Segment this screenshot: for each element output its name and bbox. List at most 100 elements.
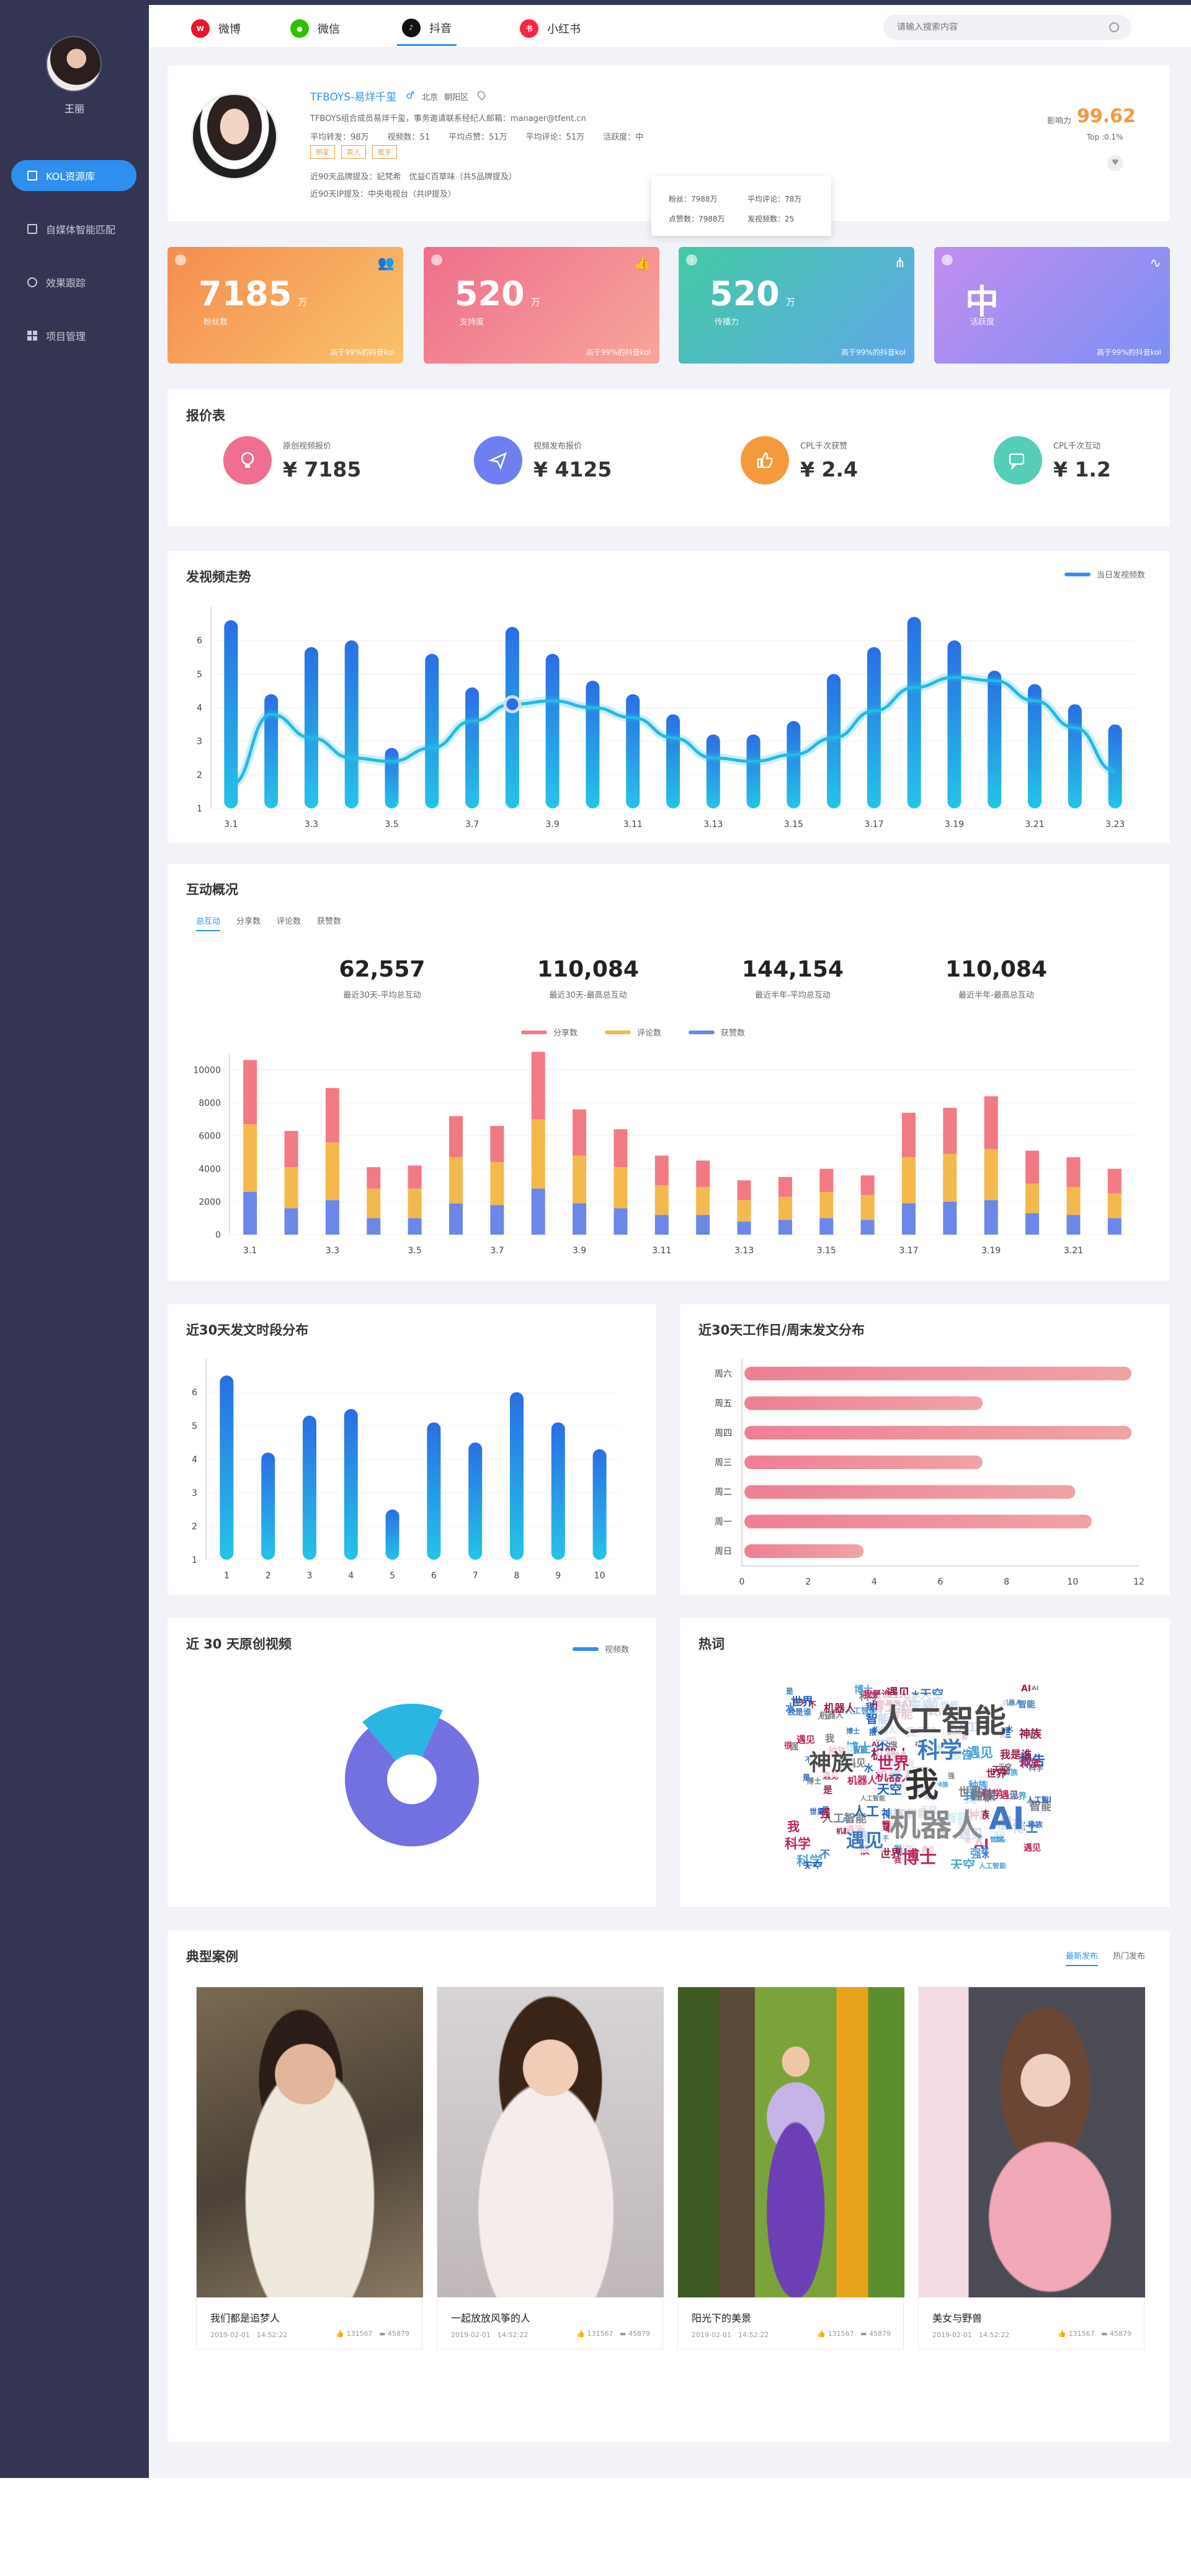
nav-project-management[interactable]: 项目管理 — [11, 320, 136, 351]
hotword[interactable]: 智能 — [1018, 1698, 1035, 1711]
stat-card-fans[interactable]: i 👥 7185 万 粉丝数 高于99%的抖音kol — [167, 247, 403, 364]
search-icon[interactable] — [1109, 22, 1119, 32]
tab-popular[interactable]: 热门发布 — [1113, 1949, 1145, 1966]
case-image[interactable] — [919, 1987, 1145, 2297]
tab-comments[interactable]: 评论数 — [277, 915, 301, 931]
hotword[interactable]: 很 — [784, 1739, 792, 1751]
legend-swatch — [689, 1030, 715, 1034]
hotword[interactable]: 科学 — [785, 1834, 811, 1853]
hotword[interactable]: 神族 — [809, 1745, 854, 1777]
case-title[interactable]: 阳光下的美景 — [692, 2310, 751, 2325]
hotword[interactable]: 强 — [948, 1771, 955, 1781]
hotword[interactable]: 机器人 — [824, 1699, 855, 1715]
hotword[interactable]: 水 — [785, 1699, 796, 1715]
case-title[interactable]: 一起放放风筝的人 — [451, 2310, 530, 2325]
search-input[interactable] — [897, 15, 1095, 40]
tag[interactable]: 歌手 — [372, 145, 397, 159]
case-card[interactable]: 一起放放风筝的人 2019-02-01 14:52:22 👍 131567 ▬ … — [437, 1987, 664, 2350]
nav-kol-library[interactable]: KOL资源库 — [11, 160, 136, 191]
tag[interactable]: 明星 — [310, 145, 335, 159]
tab-xiaohongshu[interactable]: 书 小红书 — [520, 11, 581, 46]
hotword[interactable]: 强 — [970, 1845, 981, 1861]
heart-icon[interactable]: ♥ — [1107, 155, 1123, 171]
hotword[interactable]: 是 — [823, 1783, 832, 1796]
hotword[interactable]: 遇见 — [846, 1825, 883, 1853]
male-icon: ♂ — [406, 89, 415, 101]
hotword[interactable]: 人工智能 — [1027, 1794, 1051, 1805]
thumbs-up-icon — [741, 436, 789, 485]
legend-item[interactable]: 分享数 — [521, 1026, 578, 1038]
tab-wechat[interactable]: ● 微信 — [290, 11, 340, 46]
hotword[interactable]: 世界 — [877, 1751, 910, 1774]
tag[interactable]: 真人 — [341, 145, 366, 159]
hotword[interactable]: 遇见 — [1024, 1841, 1041, 1854]
hotword[interactable]: 我是谁 — [1000, 1746, 1032, 1761]
info-icon[interactable]: i — [175, 254, 186, 266]
hotword[interactable]: 水 — [982, 1849, 989, 1860]
case-image[interactable] — [437, 1987, 664, 2297]
info-icon[interactable]: i — [686, 254, 697, 266]
hotword[interactable]: 是 — [786, 1686, 793, 1696]
hotword[interactable]: 我 — [787, 1817, 800, 1835]
hotword[interactable]: 水 — [1006, 1724, 1013, 1734]
legend-item[interactable]: 获赞数 — [689, 1026, 745, 1038]
stat-card-spread[interactable]: i ⋔ 520 万 传播力 高于99%的抖音kol — [679, 247, 914, 364]
x-tick-label: 3.11 — [623, 820, 643, 830]
hotword[interactable]: 我 — [825, 1732, 834, 1745]
case-image[interactable] — [197, 1987, 423, 2297]
stat-card-support[interactable]: i 👍 520 万 支持度 高于99%的抖音kol — [424, 247, 659, 364]
profile-avatar[interactable] — [191, 93, 278, 180]
hotword[interactable]: 世界 — [810, 1806, 824, 1817]
case-card[interactable]: 美女与野兽 2019-02-01 14:52:22 👍 131567 ▬ 458… — [918, 1987, 1145, 2350]
y-tick-label: 0 — [215, 1230, 221, 1240]
info-icon[interactable]: i — [942, 254, 953, 266]
hotword[interactable]: 我 — [865, 1701, 874, 1713]
pie-legend: 视频数 — [572, 1643, 629, 1655]
nav-smart-match[interactable]: 自媒体智能匹配 — [11, 213, 136, 244]
stat-card-activity[interactable]: i ∿ 中 活跃度 高于99%的抖音kol — [934, 247, 1170, 364]
hotword[interactable]: 不 — [820, 1846, 830, 1861]
profile-name[interactable]: TFBOYS-易烊千玺 — [310, 88, 396, 104]
hotword[interactable]: 水 — [1028, 1730, 1034, 1739]
case-card[interactable]: 我们都是追梦人 2019-02-01 14:52:22 👍 131567 ▬ 4… — [196, 1987, 423, 2350]
bar — [744, 1396, 983, 1410]
hotword[interactable]: 博士 — [806, 1776, 821, 1786]
tab-douyin[interactable]: ♪ 抖音 — [397, 11, 457, 46]
nav-effect-tracking[interactable]: 效果跟踪 — [11, 267, 136, 298]
hotword[interactable]: AI — [1021, 1684, 1031, 1694]
tab-likes[interactable]: 获赞数 — [317, 915, 341, 931]
hotword[interactable]: 博士 — [846, 1726, 860, 1736]
info-icon[interactable]: i — [431, 254, 442, 266]
metric: 平均转发：98万 — [310, 133, 369, 142]
legend-item[interactable]: 评论数 — [605, 1026, 661, 1038]
hotword[interactable]: 人工智能 — [979, 1861, 1006, 1869]
hotword[interactable]: 机器人 — [890, 1800, 983, 1845]
hotword[interactable]: 种族 — [1028, 1819, 1043, 1830]
hotword[interactable]: AI — [989, 1800, 1025, 1836]
hotword[interactable]: 科学 — [917, 1732, 963, 1764]
week-dist-card: 近30天工作日/周末发文分布 0 2 4 6 8 10 12 周六 周五 周四 周三 周二 周一 周日 — [680, 1304, 1170, 1594]
hotword[interactable]: 世界 — [986, 1765, 1006, 1780]
hotword[interactable]: 博士 — [902, 1844, 937, 1869]
tab-total[interactable]: 总互动 — [196, 915, 221, 931]
hotword[interactable]: 人工 — [853, 1802, 879, 1820]
profile-tags: 明星 真人 歌手 — [310, 145, 397, 159]
hotword[interactable]: 人工智能 — [860, 1793, 885, 1802]
hotword[interactable]: AI — [1032, 1685, 1038, 1692]
tab-weibo[interactable]: W 微博 — [191, 11, 241, 46]
case-title[interactable]: 我们都是追梦人 — [210, 2310, 280, 2325]
tab-latest[interactable]: 最新发布 — [1065, 1949, 1098, 1966]
hotword[interactable]: 遇见 — [796, 1733, 815, 1746]
y-tick-label: 周五 — [715, 1399, 732, 1409]
case-title[interactable]: 美女与野兽 — [932, 2310, 982, 2325]
case-card[interactable]: 阳光下的美景 2019-02-01 14:52:22 👍 131567 ▬ 45… — [677, 1987, 904, 2350]
tab-shares[interactable]: 分享数 — [236, 915, 261, 931]
hotword[interactable]: 世界 — [958, 1783, 982, 1800]
case-image[interactable] — [678, 1987, 904, 2297]
avatar[interactable] — [46, 36, 102, 92]
price-value: ¥ 4125 — [533, 457, 612, 481]
search-box[interactable] — [883, 15, 1131, 40]
x-tick-label: 3.15 — [817, 1246, 836, 1256]
legend-label: 当日发视频数 — [1096, 571, 1145, 580]
tab-label: 微博 — [218, 23, 241, 36]
